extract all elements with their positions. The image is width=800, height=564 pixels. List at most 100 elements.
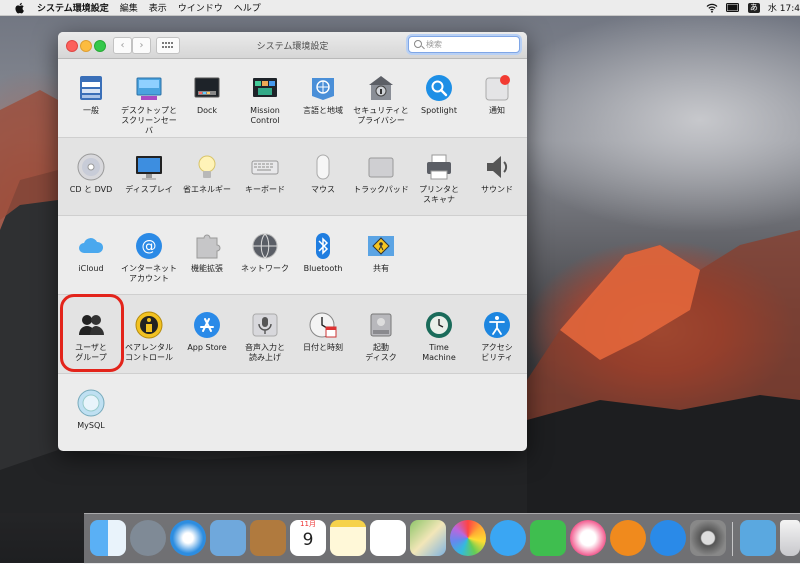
pref-label: アクセシ ビリティ: [481, 343, 513, 362]
startup-disk-icon: [367, 311, 395, 339]
menu-bar: システム環境設定 編集 表示 ウインドウ ヘルプ あ 水 17:4: [0, 0, 800, 16]
ibooks-icon[interactable]: [610, 520, 646, 556]
pref-sharing[interactable]: 共有: [352, 232, 410, 274]
sharing-icon: [367, 232, 395, 260]
mail-icon[interactable]: [210, 520, 246, 556]
language-region-icon: [309, 74, 337, 102]
pref-label: Bluetooth: [303, 264, 343, 273]
pref-mission-control[interactable]: Mission Control: [236, 74, 294, 126]
pref-keyboard[interactable]: キーボード: [236, 153, 294, 195]
menubar-status-area: あ 水 17:4: [706, 0, 800, 15]
messages-icon[interactable]: [490, 520, 526, 556]
bluetooth-icon: [309, 232, 337, 260]
pref-label: 省エネルギー: [183, 185, 231, 194]
pref-extensions[interactable]: 機能拡張: [178, 232, 236, 274]
pref-label: プリンタと スキャナ: [419, 185, 459, 204]
pref-label: Dock: [196, 106, 218, 115]
photos-icon[interactable]: [450, 520, 486, 556]
pref-label: デスクトップと スクリーンセーバ: [121, 106, 177, 135]
time-machine-icon: [425, 311, 453, 339]
pref-label: ペアレンタル コントロール: [125, 343, 173, 362]
wifi-icon[interactable]: [706, 3, 718, 13]
pref-time-machine[interactable]: Time Machine: [410, 311, 468, 363]
facetime-icon[interactable]: [530, 520, 566, 556]
apple-menu-icon[interactable]: [14, 2, 25, 14]
finder-icon[interactable]: [90, 520, 126, 556]
dock: 11月 9: [84, 513, 800, 564]
menu-view[interactable]: 表示: [149, 1, 167, 14]
pref-label: Mission Control: [250, 106, 280, 125]
pref-mysql[interactable]: MySQL: [62, 389, 120, 431]
pref-label: キーボード: [245, 185, 285, 194]
menu-help[interactable]: ヘルプ: [234, 1, 261, 14]
pref-notifications[interactable]: 通知: [468, 74, 526, 116]
pref-label: 音声入力と 読み上げ: [245, 343, 285, 362]
pref-label: マウス: [311, 185, 335, 194]
menu-window[interactable]: ウインドウ: [178, 1, 223, 14]
notifications-icon: [483, 74, 511, 102]
pref-mouse[interactable]: マウス: [294, 153, 352, 195]
pref-security-privacy[interactable]: セキュリティと プライバシー: [352, 74, 410, 126]
pref-energy-saver[interactable]: 省エネルギー: [178, 153, 236, 195]
pref-accessibility[interactable]: アクセシ ビリティ: [468, 311, 526, 363]
menu-app-name[interactable]: システム環境設定: [37, 1, 109, 14]
pref-spotlight[interactable]: Spotlight: [410, 74, 468, 116]
pref-label: サウンド: [481, 185, 513, 194]
pref-icloud[interactable]: iCloud: [62, 232, 120, 274]
search-field[interactable]: 検索: [408, 36, 520, 53]
trash-icon[interactable]: [780, 520, 800, 556]
pref-app-store[interactable]: App Store: [178, 311, 236, 353]
cd-dvd-icon: [77, 153, 105, 181]
pref-cd-dvd[interactable]: CD と DVD: [62, 153, 120, 195]
trackpad-icon: [367, 153, 395, 181]
clock[interactable]: 水 17:4: [768, 1, 800, 14]
launchpad-icon[interactable]: [130, 520, 166, 556]
pref-label: インターネット アカウント: [121, 264, 177, 283]
energy-saver-icon: [193, 153, 221, 181]
pref-network[interactable]: ネットワーク: [236, 232, 294, 274]
displays-icon: [135, 153, 163, 181]
pref-date-time[interactable]: 日付と時刻: [294, 311, 352, 353]
pref-label: iCloud: [78, 264, 104, 273]
pref-label: トラックパッド: [353, 185, 409, 194]
notes-icon[interactable]: [330, 520, 366, 556]
mysql-icon: [77, 389, 105, 417]
itunes-icon[interactable]: [570, 520, 606, 556]
search-icon: [414, 40, 422, 48]
menu-edit[interactable]: 編集: [120, 1, 138, 14]
pref-trackpad[interactable]: トラックパッド: [352, 153, 410, 195]
pref-startup-disk[interactable]: 起動 ディスク: [352, 311, 410, 363]
dock-app-store-icon[interactable]: [650, 520, 686, 556]
input-source-indicator[interactable]: あ: [747, 2, 760, 13]
pref-displays[interactable]: ディスプレイ: [120, 153, 178, 195]
pref-desktop-screensaver[interactable]: デスクトップと スクリーンセーバ: [120, 74, 178, 136]
printers-scanners-icon: [425, 153, 453, 181]
pref-printers-scanners[interactable]: プリンタと スキャナ: [410, 153, 468, 205]
reminders-icon[interactable]: [370, 520, 406, 556]
contacts-icon[interactable]: [250, 520, 286, 556]
pref-sound[interactable]: サウンド: [468, 153, 526, 195]
safari-icon[interactable]: [170, 520, 206, 556]
pref-internet-accounts[interactable]: @ インターネット アカウント: [120, 232, 178, 284]
pref-label: 通知: [489, 106, 505, 115]
pref-label: 共有: [373, 264, 389, 273]
pref-dictation-speech[interactable]: 音声入力と 読み上げ: [236, 311, 294, 363]
pref-language-region[interactable]: 言語と地域: [294, 74, 352, 116]
bluetooth-status-icon[interactable]: [725, 2, 740, 13]
pref-label: Time Machine: [422, 343, 456, 362]
pref-general[interactable]: 一般: [62, 74, 120, 116]
calendar-icon[interactable]: 11月 9: [290, 520, 326, 556]
mission-control-icon: [251, 74, 279, 102]
pref-parental-controls[interactable]: ペアレンタル コントロール: [120, 311, 178, 363]
downloads-folder-icon[interactable]: [740, 520, 776, 556]
system-preferences-icon[interactable]: [690, 520, 726, 556]
maps-icon[interactable]: [410, 520, 446, 556]
window-titlebar: ‹ › システム環境設定 検索: [58, 32, 527, 59]
mouse-icon: [309, 153, 337, 181]
calendar-month: 11月: [300, 520, 316, 528]
pref-label: 機能拡張: [191, 264, 223, 273]
dictation-speech-icon: [251, 311, 279, 339]
pref-bluetooth[interactable]: Bluetooth: [294, 232, 352, 274]
keyboard-icon: [251, 153, 279, 181]
pref-dock[interactable]: Dock: [178, 74, 236, 116]
